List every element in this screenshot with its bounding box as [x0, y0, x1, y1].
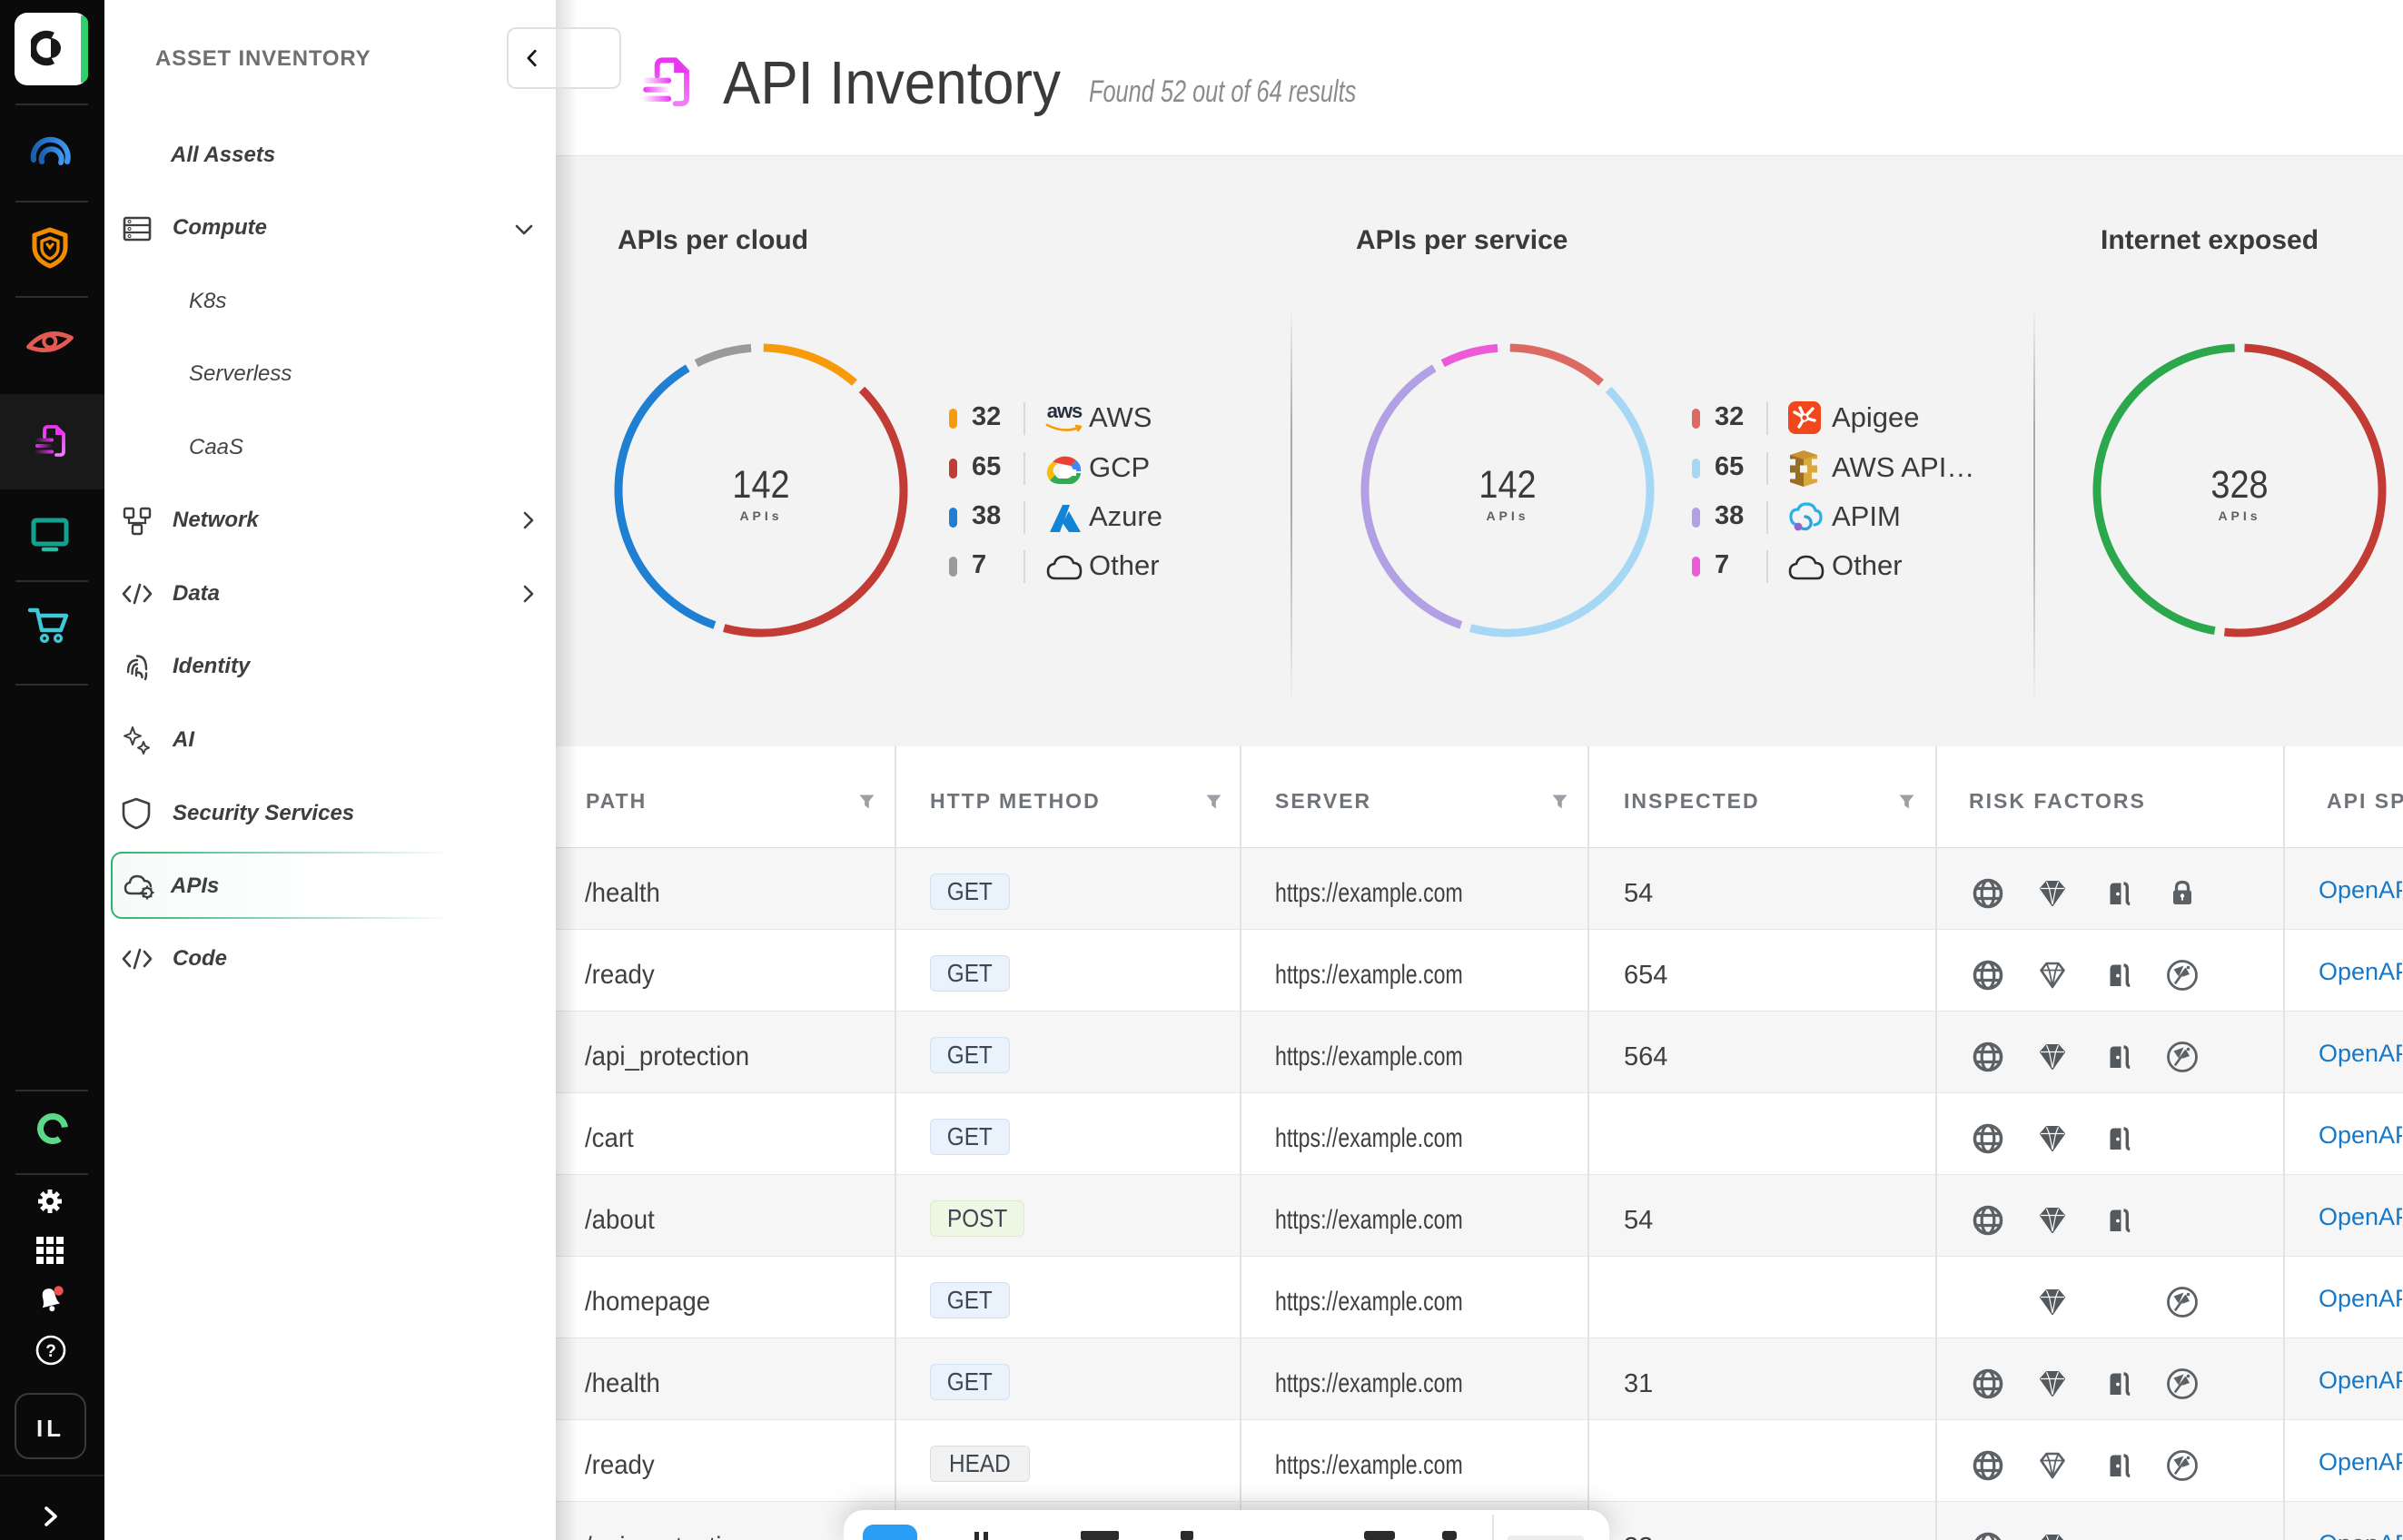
svg-text:?: ? [45, 1342, 56, 1361]
